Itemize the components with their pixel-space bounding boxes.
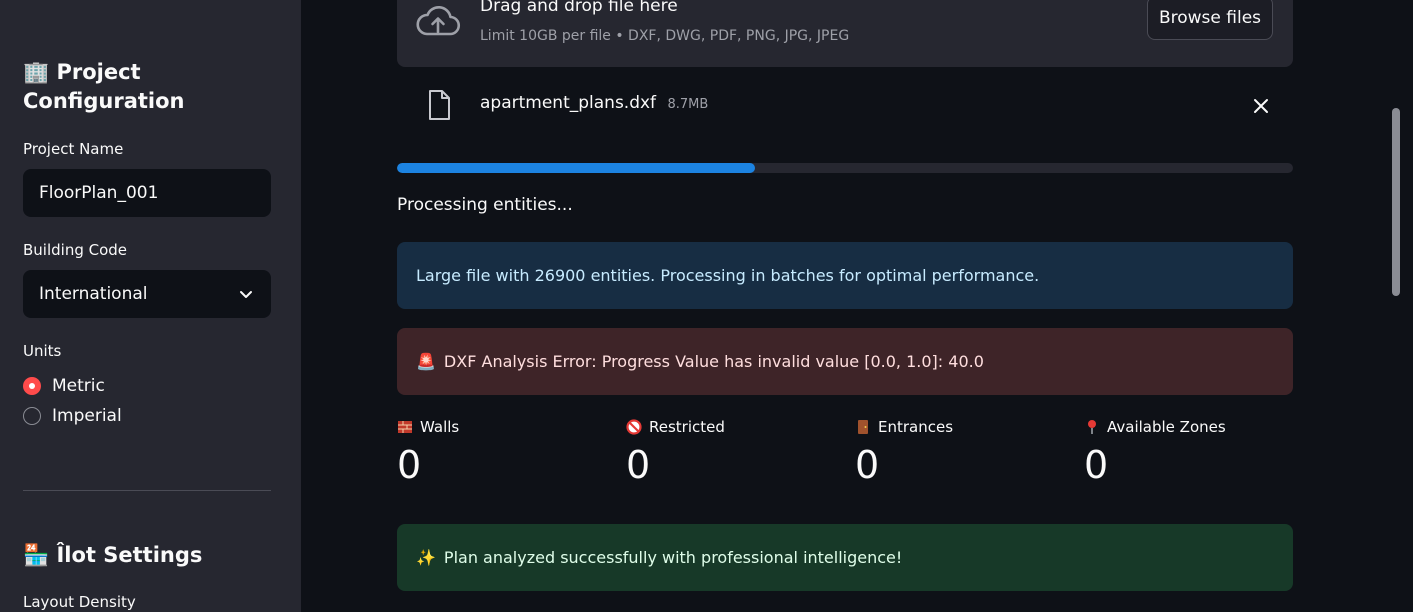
metric-walls-value: 0 — [397, 443, 422, 487]
file-icon — [429, 90, 450, 120]
uploaded-file-row: apartment_plans.dxf 8.7MB — [397, 85, 1293, 127]
metric-restricted-value: 0 — [626, 443, 651, 487]
sparkles-icon: ✨ — [416, 548, 436, 567]
brick-icon — [398, 421, 412, 433]
project-config-heading: 🏢 Project Configuration — [23, 58, 273, 116]
siren-icon: 🚨 — [416, 352, 436, 371]
browse-files-button[interactable]: Browse files — [1147, 0, 1273, 40]
metric-restricted-label: Restricted — [649, 418, 725, 436]
processing-status: Processing entities... — [397, 195, 573, 215]
chevron-down-icon — [240, 291, 252, 298]
ilot-settings-heading: 🏪 Îlot Settings — [23, 541, 273, 570]
sidebar-divider — [23, 490, 271, 491]
metric-entrances: Entrances 0 — [855, 418, 953, 488]
sidebar: 🏢 Project Configuration Project Name Flo… — [0, 0, 301, 612]
pin-icon — [1088, 420, 1096, 434]
no-entry-icon — [626, 419, 642, 435]
units-option-imperial: Imperial — [52, 406, 122, 426]
file-dropzone[interactable]: Drag and drop file here Limit 10GB per f… — [397, 0, 1293, 67]
layout-density-label: Layout Density — [23, 593, 136, 611]
metric-restricted: Restricted 0 — [626, 418, 725, 488]
radio-selected-icon — [23, 377, 41, 395]
store-icon: 🏪 — [23, 543, 50, 567]
page-scrollbar[interactable] — [1392, 108, 1400, 296]
file-name-line: apartment_plans.dxf 8.7MB — [480, 93, 708, 113]
radio-unselected-icon — [23, 407, 41, 425]
project-name-label: Project Name — [23, 140, 124, 158]
building-code-select[interactable]: International — [23, 270, 271, 318]
metric-entrances-value: 0 — [855, 443, 880, 487]
error-alert-text: DXF Analysis Error: Progress Value has i… — [443, 352, 984, 371]
metric-walls: Walls 0 — [397, 418, 459, 488]
metric-available-zones-value: 0 — [1084, 443, 1109, 487]
info-alert-text: Large file with 26900 entities. Processi… — [416, 266, 1040, 285]
file-size: 8.7MB — [667, 97, 709, 112]
success-alert-text: Plan analyzed successfully with professi… — [443, 548, 903, 567]
metric-available-zones-label: Available Zones — [1107, 418, 1226, 436]
project-name-input[interactable]: FloorPlan_001 — [23, 169, 271, 217]
metric-available-zones: Available Zones 0 — [1084, 418, 1226, 488]
info-alert: Large file with 26900 entities. Processi… — [397, 242, 1293, 309]
building-code-value: International — [39, 284, 148, 304]
metric-entrances-label: Entrances — [878, 418, 954, 436]
dropzone-title: Drag and drop file here — [480, 0, 678, 16]
close-icon[interactable] — [1253, 98, 1269, 114]
main-content: Drag and drop file here Limit 10GB per f… — [301, 0, 1413, 612]
metric-walls-label: Walls — [420, 418, 460, 436]
office-building-icon: 🏢 — [23, 60, 50, 84]
door-icon — [858, 420, 868, 434]
project-name-value: FloorPlan_001 — [39, 183, 159, 203]
cloud-upload-icon — [416, 5, 460, 36]
success-alert: ✨ Plan analyzed successfully with profes… — [397, 524, 1293, 591]
units-radio-imperial[interactable]: Imperial — [23, 406, 122, 426]
ilot-settings-title: Îlot Settings — [56, 543, 203, 567]
building-code-label: Building Code — [23, 241, 128, 259]
dropzone-subtitle: Limit 10GB per file • DXF, DWG, PDF, PNG… — [480, 28, 850, 44]
units-radio-metric[interactable]: Metric — [23, 376, 105, 396]
progress-bar — [397, 163, 1293, 173]
file-name: apartment_plans.dxf — [480, 93, 657, 113]
units-label: Units — [23, 342, 62, 360]
units-option-metric: Metric — [52, 376, 105, 396]
progress-bar-fill — [397, 163, 756, 173]
error-alert: 🚨 DXF Analysis Error: Progress Value has… — [397, 328, 1293, 395]
